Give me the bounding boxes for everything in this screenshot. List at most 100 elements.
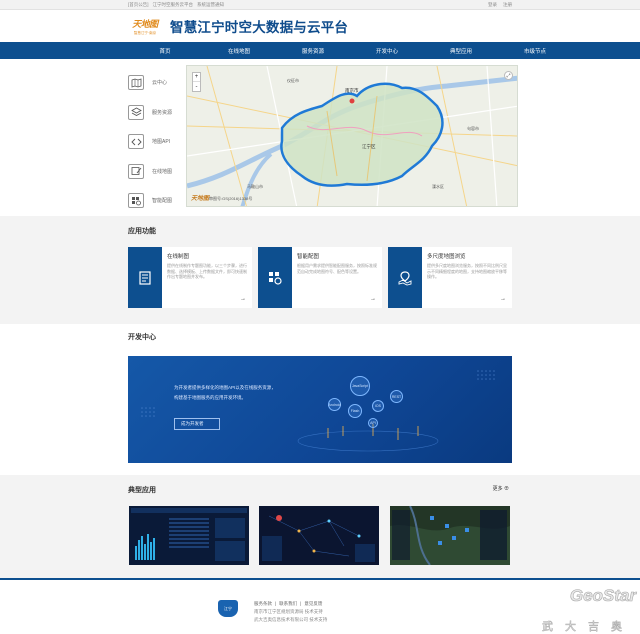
typical-apps-section: 典型应用 更多 ⊕ [0,475,640,578]
geostar-cn: 武大吉奥 [542,621,634,634]
footer-link-contact[interactable]: 联系我们 [279,601,297,607]
map-icon [128,75,144,91]
register-link[interactable]: 注册 [503,2,512,8]
dev-section-title: 开发中心 [128,334,156,341]
zoom-in-button[interactable]: + [193,73,200,82]
top-link-announcement[interactable]: 系统运营通知 [197,2,224,8]
typical-apps-title: 典型应用 [128,487,156,494]
satellite-thumbnail [390,506,510,565]
layers-icon [128,104,144,120]
footer-badge: 江宁 [218,600,238,617]
dashboard-thumbnail [129,506,249,565]
map-attribution: 审图号:GS(2016)1338号 [209,196,253,201]
tech-bubble: Flash [348,404,362,418]
map-viewer[interactable]: 南京市 江宁区 溧水区 马鞍山市 句容市 仪征市 + - ⤢ 天地图 审图号:G… [186,65,518,207]
footer-divider: | [300,601,302,606]
top-bar-left: [首页公告] 江宁时空服务云平台 系统运营通知 [128,2,224,8]
apps-section: 应用功能 在线制图 提供在线制作专题图功能，以三个步骤，进行数据、选择模板、上传… [0,216,640,324]
fullscreen-button[interactable]: ⤢ [504,71,513,80]
logo-mark: 天地图 [132,19,158,30]
more-label: 更多 [492,486,503,492]
app-card-online-mapping[interactable]: 在线制图 提供在线制作专题图功能，以三个步骤，进行数据、选择模板、上传数据文件，… [128,247,252,308]
footer-support-line: 南京市江宁区规划资源局 技术支持 [254,609,323,614]
app-card-desc: 提供多尺度地图浏览服务，按照不同比例尺显示不同精细程度的地图，支持地图缩放平移等… [427,263,507,279]
app-card-smart-config[interactable]: 智能配图 根据用户需求提供智能配图服务，按照标准规范自动完成地图符号、配色等设置… [258,247,382,308]
grid-gear-icon [128,193,144,209]
typical-app-dashboard[interactable] [129,506,249,565]
app-card-multiscale-map[interactable]: 多尺度地图浏览 提供多尺度地图浏览服务，按照不同比例尺显示不同精细程度的地图，支… [388,247,512,308]
more-link[interactable]: 更多 ⊕ [493,485,509,492]
footer-link-feedback[interactable]: 意见反馈 [304,601,322,607]
dev-banner-decoration [141,370,495,452]
dev-banner-line1: 为开发者提供多样化的地图API以及在线服务资源， [174,385,276,390]
map-pin-icon [388,247,422,308]
nav-item-services[interactable]: 服务资源 [276,47,350,55]
app-card-desc: 根据用户需求提供智能配图服务，按照标准规范自动完成地图符号、配色等设置。 [297,263,377,274]
map-edit-icon [128,163,144,179]
map-label-yizheng: 仪征市 [287,78,299,83]
hero-section: 云中心 服务资源 地图API 在线地图 智能配图 南京市 江宁区 溧水区 马鞍山… [0,59,640,216]
document-icon [128,247,162,308]
map-label-maanshan: 马鞍山市 [247,184,263,189]
nav-item-home[interactable]: 首页 [128,47,202,55]
top-bar: [首页公告] 江宁时空服务云平台 系统运营通知 登录 注册 [0,0,640,10]
main-nav: 首页 在线地图 服务资源 开发中心 典型应用 市级节点 [0,42,640,59]
top-link-platform[interactable]: 江宁时空服务云平台 [153,2,194,8]
typical-app-network[interactable] [259,506,379,565]
sidebar-item-label: 云中心 [152,80,168,87]
sidebar-item-api[interactable]: 地图API [128,127,183,157]
geostar-name: GeoStar [569,586,637,606]
app-card-desc: 提供在线制作专题图功能，以三个步骤，进行数据、选择模板、上传数据文件，即可快速制… [167,263,247,279]
tech-bubble: JavaScript [350,376,370,396]
map-label-jiangning: 江宁区 [362,144,376,149]
top-bar-right: 登录 注册 [488,2,512,8]
map-zoom-control: + - [192,72,201,92]
nav-item-dev-center[interactable]: 开发中心 [350,47,424,55]
footer-link-terms[interactable]: 服务条款 [254,601,272,607]
app-card-title: 多尺度地图浏览 [427,254,466,260]
nav-item-typical-apps[interactable]: 典型应用 [424,47,498,55]
tech-bubble: iOS [372,400,384,412]
login-link[interactable]: 登录 [488,2,497,8]
code-icon [128,134,144,150]
zoom-out-button[interactable]: - [193,82,200,91]
arrow-right-icon[interactable]: → [500,296,506,302]
dev-banner: 为开发者提供多样化的地图API以及在线服务资源， 构建基于地图服务的应用开发环境… [128,356,512,463]
apps-section-title: 应用功能 [128,228,156,235]
site-logo[interactable]: 天地图 智慧江宁·南京 [128,15,162,37]
sidebar-item-label: 智能配图 [152,198,173,205]
logo-sub: 智慧江宁·南京 [133,30,157,35]
nav-item-online-map[interactable]: 在线地图 [202,47,276,55]
footer-divider: | [275,601,277,606]
quick-sidebar: 云中心 服务资源 地图API 在线地图 智能配图 [128,68,183,216]
grid-gear-icon [258,247,292,308]
app-card-title: 智能配图 [297,254,320,260]
footer-links: 服务条款 | 联系我们 | 意见反馈 [254,601,322,607]
map-watermark: 天地图 [191,195,210,202]
tech-bubble: Android [328,398,341,411]
map-label-jurong: 句容市 [467,126,479,131]
arrow-right-icon[interactable]: → [240,296,246,302]
nav-item-city-node[interactable]: 市级节点 [498,47,572,55]
sidebar-item-cloud[interactable]: 云中心 [128,68,183,98]
sidebar-item-services[interactable]: 服务资源 [128,98,183,128]
site-title: 智慧江宁时空大数据与云平台 [170,20,349,35]
network-thumbnail [259,506,379,565]
map-label-nanjing: 南京市 [345,88,359,93]
sidebar-item-online-map[interactable]: 在线地图 [128,157,183,187]
app-card-title: 在线制图 [167,254,190,260]
site-header: 天地图 智慧江宁·南京 智慧江宁时空大数据与云平台 [0,10,640,42]
arrow-right-icon[interactable]: → [370,296,376,302]
typical-app-satellite[interactable] [390,506,510,565]
geostar-watermark: GeoStar 武大吉奥 [514,586,638,634]
chevron-right-icon: ⊕ [503,486,509,492]
sidebar-item-label: 地图API [152,139,171,146]
site-footer: 江宁 服务条款 | 联系我们 | 意见反馈 南京市江宁区规划资源局 技术支持 武… [0,578,640,634]
map-label-lishui: 溧水区 [432,184,444,189]
tech-bubble: API [368,418,378,428]
become-developer-button[interactable]: 成为开发者 [174,418,220,430]
top-link-notice[interactable]: [首页公告] [128,2,149,8]
dev-banner-line2: 构建基于地图服务的应用开发环境。 [174,395,246,400]
tech-bubble: REST [390,390,403,403]
sidebar-item-smart-config[interactable]: 智能配图 [128,186,183,216]
